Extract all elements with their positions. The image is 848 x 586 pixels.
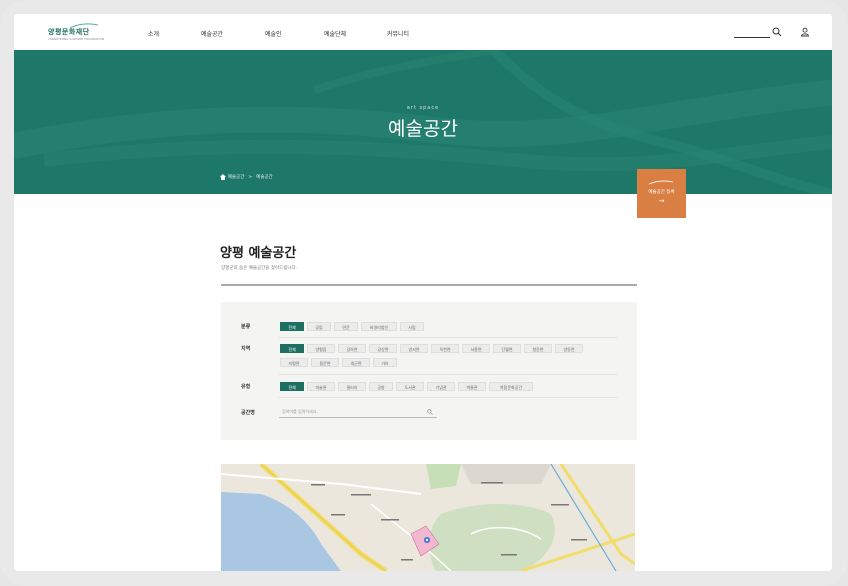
map-park-area [429, 503, 555, 571]
map-canvas[interactable] [221, 464, 635, 571]
region-chip[interactable]: 기타 [373, 358, 397, 367]
nav-item-community[interactable]: 커뮤니티 [387, 29, 409, 38]
region-chip[interactable]: 청운면 [524, 344, 552, 353]
region-chip[interactable]: 양동면 [555, 344, 583, 353]
swoosh-icon [649, 180, 673, 185]
region-chip[interactable]: 지평면 [280, 358, 308, 367]
category-chip[interactable]: 비영리법인 [361, 322, 397, 331]
type-chip[interactable]: 박물관 [458, 382, 486, 391]
breadcrumb: > 예술공간 > 예술공간 [220, 174, 273, 180]
nav-item-art-space[interactable]: 예술공간 [201, 29, 223, 38]
region-chip[interactable]: 단월면 [493, 344, 521, 353]
top-navigation: 양평문화재단 YANGPYEONG CULTURE FOUNDATION 소개 … [14, 14, 832, 50]
breadcrumb-item-current[interactable]: 예술공간 [256, 174, 273, 180]
logo-swoosh-icon [70, 23, 98, 29]
type-chip[interactable]: 미술관 [307, 382, 335, 391]
browser-screen: 양평문화재단 YANGPYEONG CULTURE FOUNDATION 소개 … [14, 14, 832, 571]
hero-kicker: art space [406, 105, 440, 111]
section-divider [221, 284, 637, 286]
region-chip[interactable]: 전체 [280, 344, 304, 353]
arrow-right-icon: → [658, 197, 665, 205]
logo-subtitle: YANGPYEONG CULTURE FOUNDATION [48, 37, 105, 41]
filter-label-space-name: 공간명 [241, 410, 255, 416]
map-park-area [426, 464, 461, 489]
nav-item-art-group[interactable]: 예술단체 [324, 29, 346, 38]
region-chip[interactable]: 강상면 [369, 344, 397, 353]
filter-label-region: 지역 [241, 346, 251, 352]
breadcrumb-item[interactable]: 예술공간 [228, 174, 245, 180]
nav-item-intro[interactable]: 소개 [148, 29, 159, 38]
filter-divider [279, 397, 617, 398]
region-chip[interactable]: 개군면 [342, 358, 370, 367]
region-chip[interactable]: 강하면 [338, 344, 366, 353]
home-icon[interactable] [220, 174, 226, 180]
header-search-input[interactable] [734, 37, 770, 38]
section-description: 양평군의 숨은 예술공간을 찾아드립니다. [221, 266, 298, 271]
filter-divider [279, 374, 617, 375]
type-chip[interactable]: 갤러리 [338, 382, 366, 391]
filter-label-category: 분류 [241, 324, 251, 330]
user-icon[interactable] [800, 27, 810, 37]
type-chip[interactable]: 전체 [280, 382, 304, 391]
category-chip[interactable]: 전체 [280, 322, 304, 331]
category-chip[interactable]: 공립 [307, 322, 331, 331]
register-space-label: 예술공간 등록 [648, 190, 675, 195]
type-chip[interactable]: 복합문화공간 [489, 382, 533, 391]
space-name-search-input[interactable]: 검색어를 입력하세요. [279, 406, 437, 418]
hero-banner: art space 예술공간 > 예술공간 > 예술공간 [14, 50, 832, 194]
region-chip[interactable]: 용문면 [311, 358, 339, 367]
nav-item-artist[interactable]: 예술인 [265, 29, 282, 38]
section-title: 양평 예술공간 [220, 246, 297, 261]
filter-divider [279, 337, 617, 338]
search-icon[interactable] [772, 27, 782, 37]
type-chip[interactable]: 공방 [369, 382, 393, 391]
search-icon[interactable] [427, 409, 433, 415]
region-chip[interactable]: 양서면 [400, 344, 428, 353]
region-chip[interactable]: 서종면 [462, 344, 490, 353]
category-chip[interactable]: 사립 [400, 322, 424, 331]
filter-label-type: 유형 [241, 384, 251, 390]
type-chip[interactable]: 도서관 [396, 382, 424, 391]
page-title: 예술공간 [388, 118, 458, 140]
type-chip[interactable]: 기념관 [427, 382, 455, 391]
category-chip[interactable]: 민간 [334, 322, 358, 331]
breadcrumb-separator: > [248, 174, 253, 180]
map-view[interactable] [221, 464, 635, 571]
register-space-button[interactable]: 예술공간 등록 → [637, 169, 686, 218]
region-chip[interactable]: 양평읍 [307, 344, 335, 353]
region-chip[interactable]: 옥천면 [431, 344, 459, 353]
filter-panel: 분류 전체 공립 민간 비영리법인 사립 지역 전체 양평읍 강하면 강상면 양… [221, 302, 637, 440]
